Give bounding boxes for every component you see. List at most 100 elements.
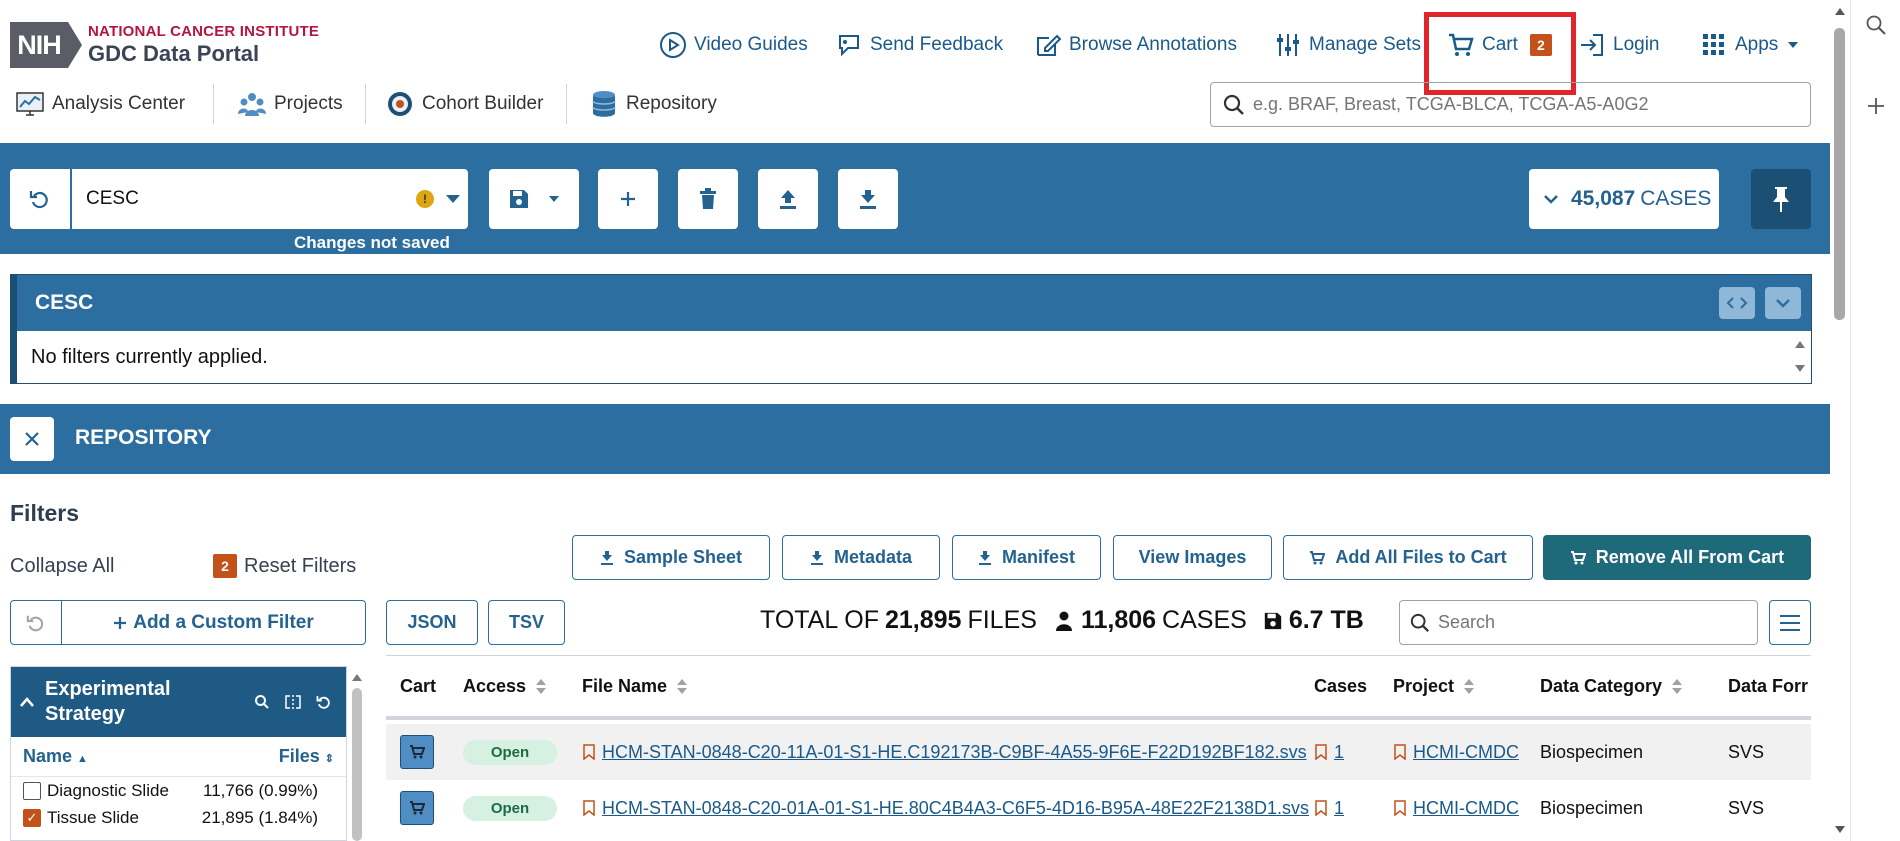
file-icon <box>1315 744 1327 760</box>
scrollbar-thumb[interactable] <box>1834 28 1845 320</box>
login-link[interactable]: Login <box>1577 30 1660 60</box>
cases-link[interactable]: 1 <box>1334 742 1344 763</box>
cart-button[interactable] <box>400 735 434 769</box>
chevron-down-icon[interactable] <box>548 195 560 203</box>
header-data-category-label: Data Category <box>1540 675 1663 696</box>
close-repository-button[interactable] <box>10 417 54 461</box>
login-icon <box>1581 34 1603 56</box>
flip-icon[interactable] <box>284 694 302 710</box>
cohort-cases-toggle[interactable]: 45,087 CASES <box>1529 169 1719 229</box>
manifest-button[interactable]: Manifest <box>952 535 1101 580</box>
quick-search[interactable] <box>1210 82 1811 127</box>
undo-filter-button[interactable] <box>11 601 62 644</box>
file-name-cell[interactable]: HCM-STAN-0848-C20-11A-01-S1-HE.C192173B-… <box>582 742 1307 763</box>
add-all-to-cart-button[interactable]: Add All Files to Cart <box>1283 535 1533 580</box>
pin-cohort-button[interactable] <box>1751 169 1811 229</box>
json-export-button[interactable]: JSON <box>386 600 478 645</box>
facet-option-label: Diagnostic Slide <box>47 780 169 800</box>
header-data-category[interactable]: Data Category <box>1540 675 1683 697</box>
file-name-link[interactable]: HCM-STAN-0848-C20-11A-01-S1-HE.C192173B-… <box>602 742 1307 763</box>
add-to-cart-button[interactable] <box>400 735 434 769</box>
collapse-panel-button[interactable] <box>1765 287 1801 319</box>
apps-menu[interactable]: Apps <box>1699 30 1800 60</box>
remove-all-from-cart-button[interactable]: Remove All From Cart <box>1543 535 1811 580</box>
add-custom-filter-button[interactable]: Add a Custom Filter <box>62 601 365 644</box>
delete-cohort-button[interactable] <box>678 169 738 229</box>
import-cohort-button[interactable] <box>758 169 818 229</box>
cohort-selector[interactable]: CESC ! <box>72 169 468 229</box>
header-access-label: Access <box>463 675 527 696</box>
facet-name-sort[interactable]: Name ▲ <box>23 746 88 767</box>
data-category-cell: Biospecimen <box>1540 797 1644 818</box>
nav-projects-label: Projects <box>274 93 343 114</box>
cart-button[interactable] <box>400 791 434 825</box>
nav-repository[interactable]: Repository <box>588 88 717 120</box>
tsv-export-button[interactable]: TSV <box>488 600 565 645</box>
facet-option[interactable]: ✓ Tissue Slide 21,895 (1.84%) <box>11 804 346 831</box>
logo-portal-name: GDC Data Portal <box>88 41 260 66</box>
plus-icon[interactable] <box>1866 96 1886 116</box>
file-name-cell[interactable]: HCM-STAN-0848-C20-01A-01-S1-HE.80C4B4A3-… <box>582 798 1309 819</box>
scrollbar-thumb[interactable] <box>352 688 362 841</box>
metadata-button[interactable]: Metadata <box>782 535 940 580</box>
export-cohort-button[interactable] <box>838 169 898 229</box>
undo-icon[interactable] <box>316 694 332 710</box>
quick-search-input[interactable] <box>1253 94 1793 115</box>
new-cohort-button[interactable] <box>598 169 658 229</box>
download-icon <box>978 550 991 565</box>
sort-icon: ⇕ <box>324 753 334 765</box>
search-icon[interactable] <box>254 694 270 710</box>
browser-side-rail <box>1850 0 1900 841</box>
view-images-label: View Images <box>1138 547 1247 567</box>
scroll-down-arrow[interactable] <box>1795 365 1805 372</box>
search-icon[interactable] <box>1865 14 1887 36</box>
reset-filters-button[interactable]: Reset Filters <box>244 555 356 578</box>
sample-sheet-button[interactable]: Sample Sheet <box>572 535 770 580</box>
video-guides-link[interactable]: Video Guides <box>658 30 808 60</box>
chevron-up-icon[interactable] <box>19 696 35 708</box>
project-link[interactable]: HCMI-CMDC <box>1413 798 1519 819</box>
gdc-logo[interactable]: NIH NATIONAL CANCER INSTITUTE GDC Data P… <box>10 22 319 68</box>
cases-cell[interactable]: 1 <box>1314 742 1344 763</box>
scroll-down-arrow[interactable] <box>1835 826 1845 833</box>
project-link[interactable]: HCMI-CMDC <box>1413 742 1519 763</box>
browse-annotations-link[interactable]: Browse Annotations <box>1033 30 1237 60</box>
cases-cell[interactable]: 1 <box>1314 798 1344 819</box>
cohort-name: CESC <box>86 188 139 209</box>
file-name-link[interactable]: HCM-STAN-0848-C20-01A-01-S1-HE.80C4B4A3-… <box>602 798 1309 819</box>
access-badge: Open <box>463 795 557 821</box>
nav-projects[interactable]: Projects <box>236 88 343 120</box>
header-project[interactable]: Project <box>1393 676 1475 697</box>
manage-sets-link[interactable]: Manage Sets <box>1273 30 1421 60</box>
scroll-up-arrow[interactable] <box>1835 8 1845 15</box>
cohort-builder-icon <box>388 92 412 116</box>
save-cohort-button[interactable] <box>489 169 579 229</box>
scroll-up-arrow[interactable] <box>352 674 362 681</box>
scroll-up-arrow[interactable] <box>1795 341 1805 348</box>
column-settings-button[interactable] <box>1769 600 1811 645</box>
table-search[interactable] <box>1399 600 1758 645</box>
collapse-all-button[interactable]: Collapse All <box>10 555 115 578</box>
menu-line <box>1780 614 1800 617</box>
facet-option[interactable]: Diagnostic Slide 11,766 (0.99%) <box>11 777 346 804</box>
header-file-name[interactable]: File Name <box>582 676 688 697</box>
discard-changes-button[interactable] <box>10 169 70 229</box>
data-format-cell: SVS <box>1728 741 1765 762</box>
page-scrollbar[interactable] <box>1830 0 1850 841</box>
checkbox[interactable] <box>23 781 41 800</box>
view-images-button[interactable]: View Images <box>1113 535 1272 580</box>
nav-cohort-builder[interactable]: Cohort Builder <box>384 88 543 120</box>
cases-link[interactable]: 1 <box>1334 798 1344 819</box>
table-search-input[interactable] <box>1438 612 1738 633</box>
send-feedback-link[interactable]: Send Feedback <box>834 30 1003 60</box>
add-to-cart-button[interactable] <box>400 791 434 825</box>
nav-analysis-center[interactable]: Analysis Center <box>14 88 185 120</box>
expand-collapse-filters-button[interactable] <box>1719 287 1755 319</box>
checkbox-checked[interactable]: ✓ <box>23 808 41 827</box>
header-access[interactable]: Access <box>463 675 547 697</box>
project-cell[interactable]: HCMI-CMDC <box>1393 798 1519 819</box>
facet-files-sort[interactable]: Files ⇕ <box>279 746 334 767</box>
facet-option-count: 21,895 (1.84%) <box>201 807 318 827</box>
facet-scrollbar[interactable] <box>351 666 363 841</box>
project-cell[interactable]: HCMI-CMDC <box>1393 742 1519 763</box>
